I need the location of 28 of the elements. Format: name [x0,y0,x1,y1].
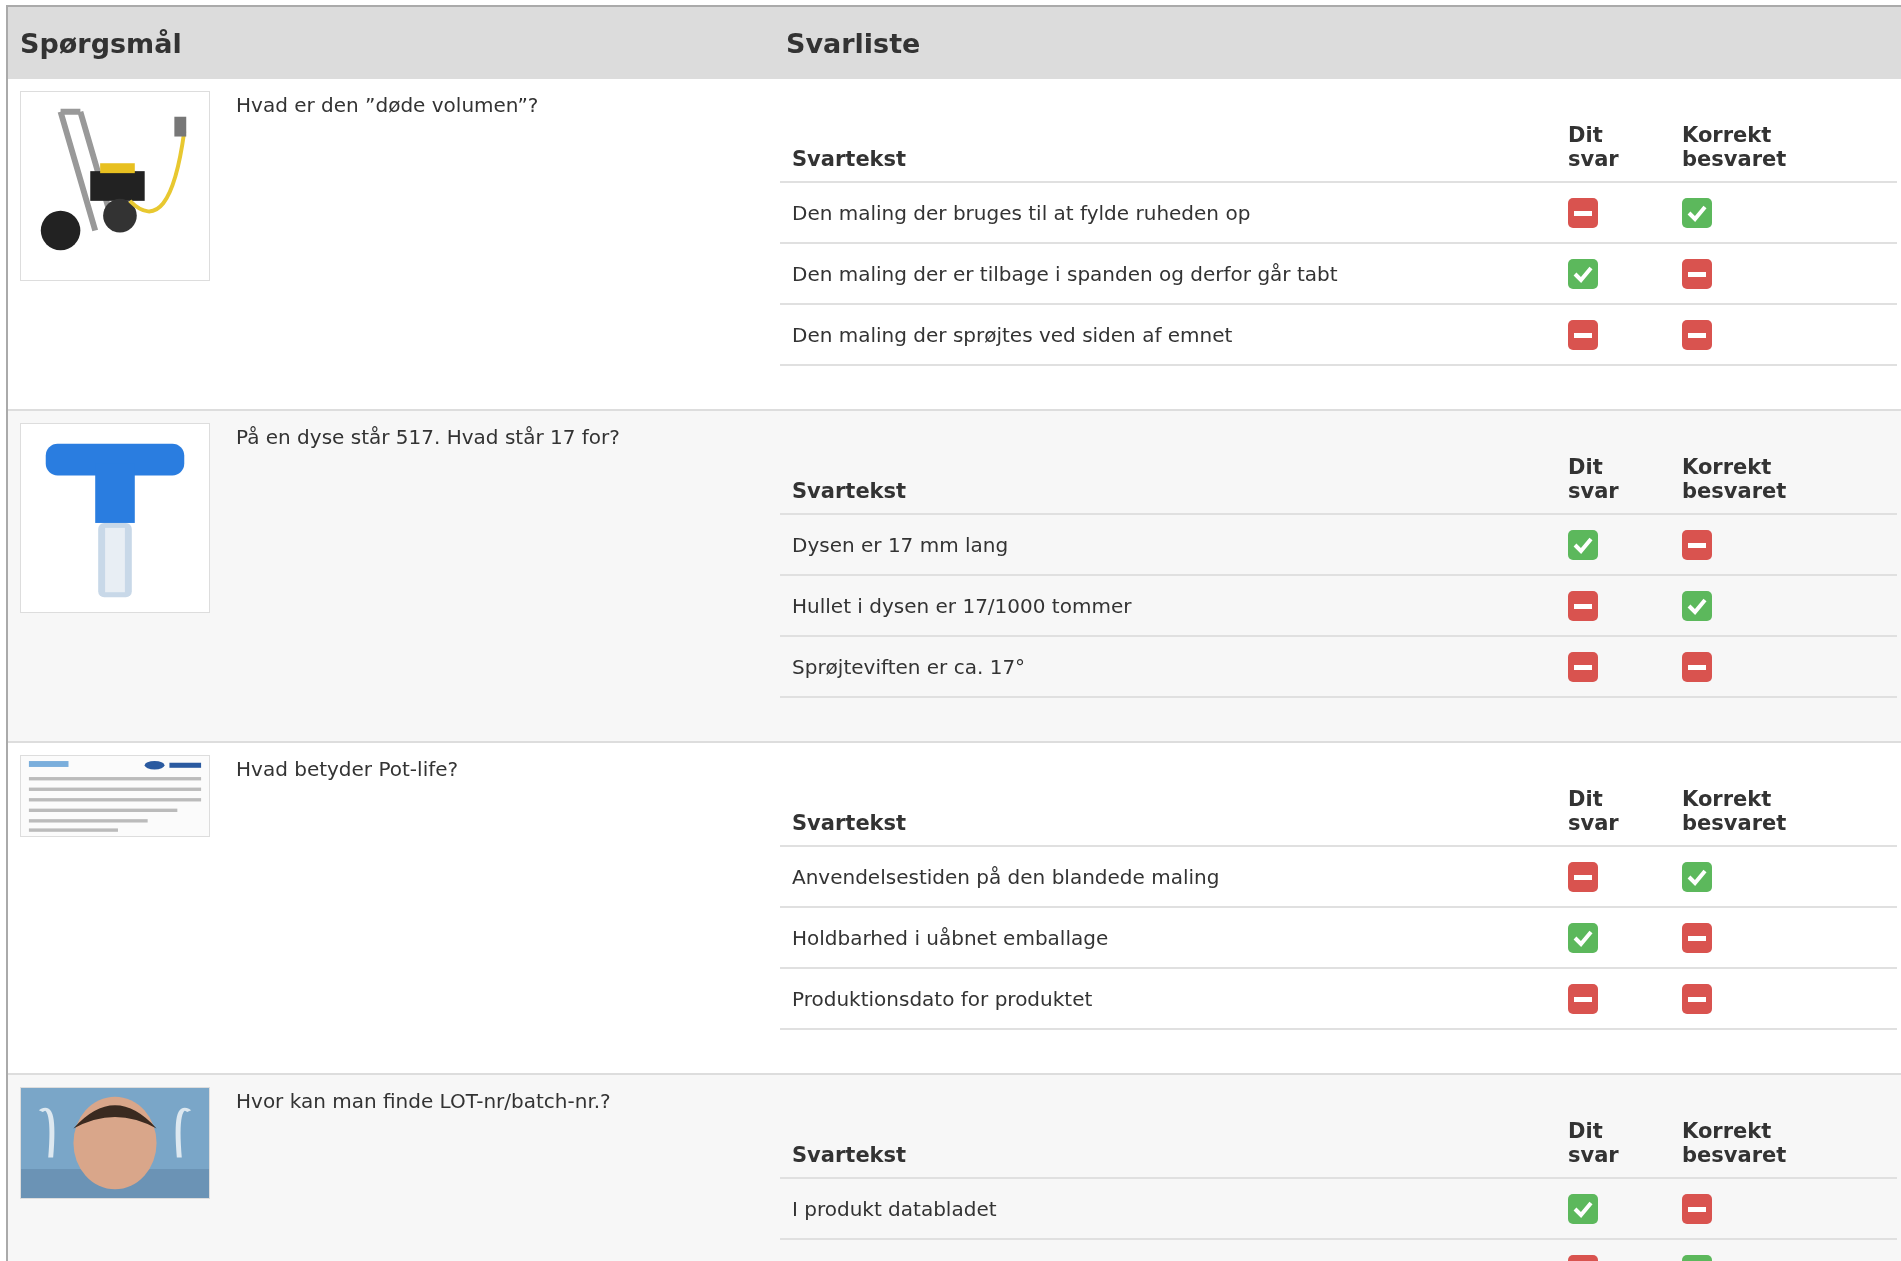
column-header: Spørgsmål [19,27,183,59]
answer-text: Den maling der bruges til at fylde ruheden op [792,200,1251,225]
answer-text: I produkt databladet [792,1196,997,1221]
column-header: Korrekt besvaret [1682,455,1788,503]
answer-text: Holdbarhed i uåbnet emballage [792,925,1109,950]
column-header: Korrekt besvaret [1682,123,1788,171]
column-header: Svarliste [786,27,921,59]
answer-text: Dysen er 17 mm lang [792,532,1009,557]
column-header: Dit svar [1568,787,1620,835]
column-header: Svartekst [791,147,908,171]
answer-text: Produktionsdato for produktet [792,986,1093,1011]
question-text: På en dyse står 517. Hvad står 17 for? [236,424,620,449]
answer-text: Anvendelsestiden på den blandede maling [792,864,1220,889]
question-text: Hvad betyder Pot-life? [236,756,459,781]
column-header: Korrekt besvaret [1682,1119,1788,1167]
column-header: Svartekst [791,811,908,835]
column-header: Svartekst [791,1143,908,1167]
answer-text: Den maling der er tilbage i spanden og derfor går tabt [792,261,1338,286]
column-header: Svartekst [791,479,908,503]
question-text: Hvad er den ”døde volumen”? [236,92,539,117]
answer-text: Den maling der sprøjtes ved siden af emnet [792,322,1233,347]
column-header: Korrekt besvaret [1682,787,1788,835]
question-text: Hvor kan man finde LOT-nr/batch-nr.? [236,1088,611,1113]
column-header: Dit svar [1568,123,1620,171]
answer-text: Sprøjteviften er ca. 17° [792,654,1026,679]
column-header: Dit svar [1568,1119,1620,1167]
column-header: Dit svar [1568,455,1620,503]
answer-text: Hullet i dysen er 17/1000 tommer [792,593,1132,618]
